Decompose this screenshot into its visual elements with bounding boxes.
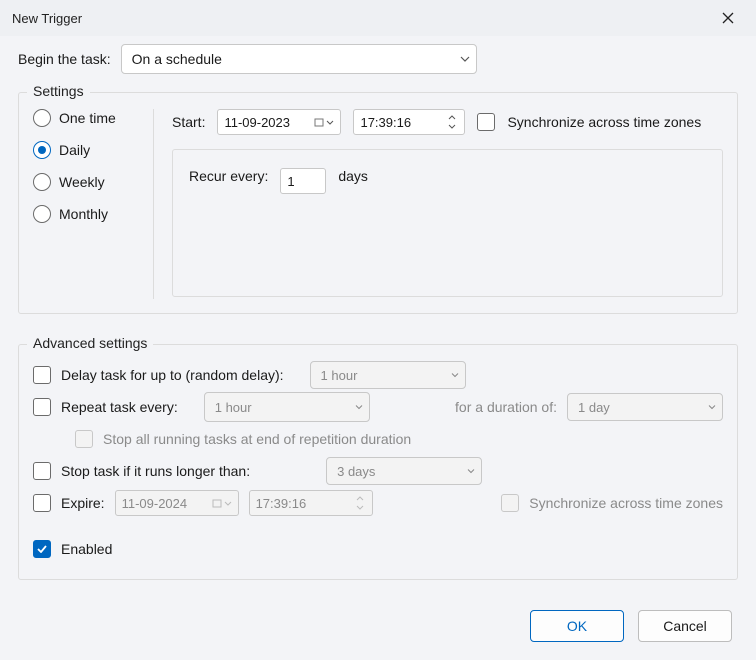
close-icon (722, 12, 734, 24)
radio-icon (33, 205, 51, 223)
start-date-input[interactable]: 11-09-2023 (217, 109, 341, 135)
start-label: Start: (172, 114, 205, 130)
chevron-down-icon (355, 405, 363, 410)
expire-time-input[interactable]: 17:39:16 (249, 490, 373, 516)
expire-sync-tz-checkbox (501, 494, 519, 512)
enabled-checkbox[interactable] (33, 540, 51, 558)
radio-label: One time (59, 110, 116, 126)
repeat-label: Repeat task every: (61, 399, 178, 415)
delay-label: Delay task for up to (random delay): (61, 367, 284, 383)
radio-label: Weekly (59, 174, 105, 190)
ok-button[interactable]: OK (530, 610, 624, 642)
recurrence-box: Recur every: 1 days (172, 149, 723, 297)
cancel-label: Cancel (663, 618, 707, 634)
recur-unit: days (338, 168, 368, 184)
calendar-dropdown-icon (212, 498, 232, 508)
radio-label: Monthly (59, 206, 108, 222)
chevron-down-icon (451, 373, 459, 378)
delay-checkbox[interactable] (33, 366, 51, 384)
repeat-value: 1 hour (215, 400, 252, 415)
duration-value-combo[interactable]: 1 day (567, 393, 723, 421)
window-title: New Trigger (12, 11, 82, 26)
spinner-down-icon (446, 123, 458, 131)
chevron-down-icon (467, 469, 475, 474)
expire-date-input[interactable]: 11-09-2024 (115, 490, 239, 516)
spinner-up-icon (446, 114, 458, 122)
stop-if-value: 3 days (337, 464, 375, 479)
time-spinner[interactable] (354, 495, 366, 512)
close-button[interactable] (710, 4, 746, 32)
sync-tz-label: Synchronize across time zones (507, 114, 701, 130)
radio-daily[interactable]: Daily (33, 141, 153, 159)
stop-if-label: Stop task if it runs longer than: (61, 463, 250, 479)
radio-monthly[interactable]: Monthly (33, 205, 153, 223)
duration-value: 1 day (578, 400, 610, 415)
settings-group: Settings One time Daily Weekly (18, 92, 738, 314)
expire-date-value: 11-09-2024 (122, 496, 188, 511)
stop-if-value-combo[interactable]: 3 days (326, 457, 482, 485)
stop-all-label: Stop all running tasks at end of repetit… (103, 431, 411, 447)
settings-legend: Settings (27, 83, 90, 99)
expire-label: Expire: (61, 495, 105, 511)
chevron-down-icon (708, 405, 716, 410)
dialog-buttons: OK Cancel (18, 596, 738, 648)
radio-one-time[interactable]: One time (33, 109, 153, 127)
recur-label: Recur every: (189, 168, 268, 184)
ok-label: OK (567, 618, 587, 634)
sync-tz-checkbox[interactable] (477, 113, 495, 131)
advanced-settings-group: Advanced settings Delay task for up to (… (18, 344, 738, 580)
radio-icon (33, 109, 51, 127)
expire-checkbox[interactable] (33, 494, 51, 512)
radio-label: Daily (59, 142, 90, 158)
repeat-value-combo[interactable]: 1 hour (204, 392, 370, 422)
delay-value-combo[interactable]: 1 hour (310, 361, 466, 389)
repeat-checkbox[interactable] (33, 398, 51, 416)
dialog-content: Begin the task: On a schedule Settings O… (0, 36, 756, 660)
expire-time-value: 17:39:16 (256, 496, 307, 511)
titlebar: New Trigger (0, 0, 756, 36)
radio-icon (33, 173, 51, 191)
radio-icon (33, 141, 51, 159)
radio-weekly[interactable]: Weekly (33, 173, 153, 191)
enabled-label: Enabled (61, 541, 112, 557)
schedule-details: Start: 11-09-2023 17:39:16 (154, 109, 723, 299)
chevron-down-icon (460, 56, 470, 62)
start-time-input[interactable]: 17:39:16 (353, 109, 465, 135)
start-date-value: 11-09-2023 (224, 115, 290, 130)
duration-label: for a duration of: (455, 399, 557, 415)
spinner-up-icon (354, 495, 366, 503)
recur-value-input[interactable]: 1 (280, 168, 326, 194)
advanced-legend: Advanced settings (27, 335, 153, 351)
delay-value: 1 hour (321, 368, 358, 383)
schedule-type-radios: One time Daily Weekly Monthly (33, 109, 154, 299)
expire-sync-tz-label: Synchronize across time zones (529, 495, 723, 511)
begin-task-row: Begin the task: On a schedule (18, 44, 738, 74)
time-spinner[interactable] (446, 114, 458, 131)
new-trigger-dialog: New Trigger Begin the task: On a schedul… (0, 0, 756, 660)
calendar-dropdown-icon (314, 117, 334, 127)
start-time-value: 17:39:16 (360, 115, 411, 130)
recur-value: 1 (287, 174, 294, 189)
cancel-button[interactable]: Cancel (638, 610, 732, 642)
begin-task-combo[interactable]: On a schedule (121, 44, 477, 74)
stop-all-checkbox (75, 430, 93, 448)
begin-task-label: Begin the task: (18, 51, 111, 67)
begin-task-value: On a schedule (132, 51, 222, 67)
spinner-down-icon (354, 504, 366, 512)
stop-if-checkbox[interactable] (33, 462, 51, 480)
